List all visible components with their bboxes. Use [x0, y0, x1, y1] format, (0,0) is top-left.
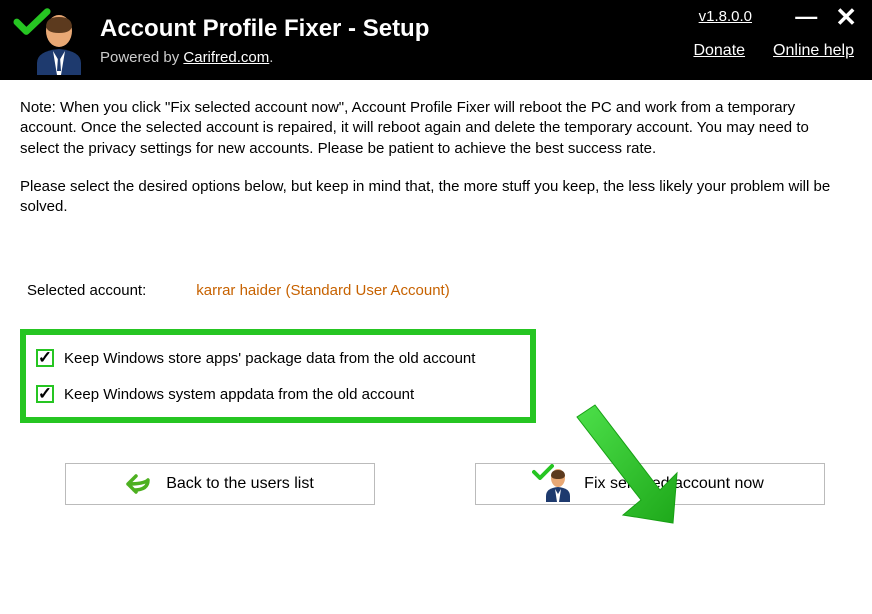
note-text-2: Please select the desired options below,… — [20, 177, 852, 218]
option-label-1: Keep Windows store apps' package data fr… — [64, 350, 475, 367]
selected-account-value: karrar haider (Standard User Account) — [196, 282, 449, 299]
minimize-icon[interactable]: — — [795, 12, 817, 22]
option-row-2: ✓ Keep Windows system appdata from the o… — [36, 385, 520, 403]
fix-button-icon — [536, 466, 572, 502]
back-arrow-icon — [126, 472, 154, 496]
header-links: Donate Online help — [693, 42, 854, 60]
fix-button-label: Fix selected account now — [584, 475, 764, 493]
option-row-1: ✓ Keep Windows store apps' package data … — [36, 349, 520, 367]
main-content: Note: When you click "Fix selected accou… — [0, 80, 872, 523]
online-help-link[interactable]: Online help — [773, 42, 854, 60]
back-button[interactable]: Back to the users list — [65, 463, 375, 505]
back-button-label: Back to the users list — [166, 475, 314, 493]
checkbox-keep-store-apps[interactable]: ✓ — [36, 349, 54, 367]
selected-account-label: Selected account: — [27, 282, 146, 299]
fix-button[interactable]: Fix selected account now — [475, 463, 825, 505]
app-logo-icon — [15, 5, 85, 75]
options-highlight-box: ✓ Keep Windows store apps' package data … — [20, 329, 536, 423]
donate-link[interactable]: Donate — [693, 42, 745, 60]
checkbox-keep-appdata[interactable]: ✓ — [36, 385, 54, 403]
close-icon[interactable]: ✕ — [835, 6, 857, 28]
option-label-2: Keep Windows system appdata from the old… — [64, 386, 414, 403]
version-link[interactable]: v1.8.0.0 — [699, 8, 752, 25]
buttons-row: Back to the users list Fix selected acco… — [20, 463, 852, 505]
window-controls: — ✕ — [795, 6, 857, 28]
selected-account-row: Selected account: karrar haider (Standar… — [20, 282, 852, 299]
app-header: Account Profile Fixer - Setup Powered by… — [0, 0, 872, 80]
note-text-1: Note: When you click "Fix selected accou… — [20, 98, 852, 159]
carifred-link[interactable]: Carifred.com — [183, 49, 269, 66]
